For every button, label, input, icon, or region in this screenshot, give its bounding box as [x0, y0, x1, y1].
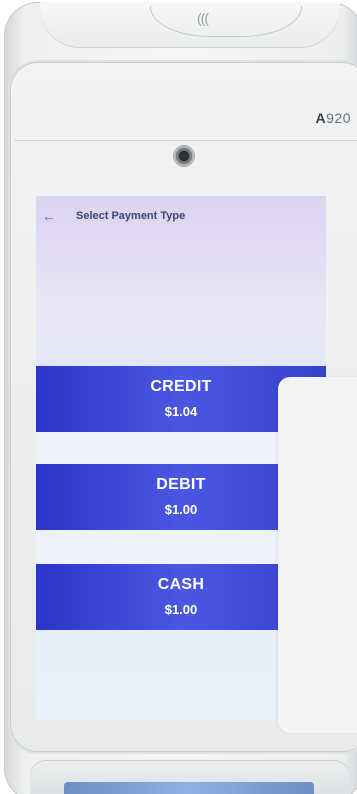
- bezel-divider: [14, 140, 357, 141]
- contactless-icon: (((: [197, 10, 209, 26]
- device-bottom-bar: [64, 782, 314, 794]
- nfc-reader-area: (((: [150, 6, 302, 37]
- device-top-cap: (((: [40, 2, 340, 48]
- camera-icon: [174, 146, 194, 166]
- model-label: A920: [315, 110, 351, 126]
- back-arrow-icon[interactable]: ←: [42, 206, 58, 226]
- payment-terminal: ((( A920 ← Select Payment Type CREDIT $1…: [0, 0, 357, 794]
- overlay-card: [278, 377, 357, 733]
- page-title: Select Payment Type: [76, 210, 186, 222]
- app-bar: ← Select Payment Type: [36, 206, 326, 228]
